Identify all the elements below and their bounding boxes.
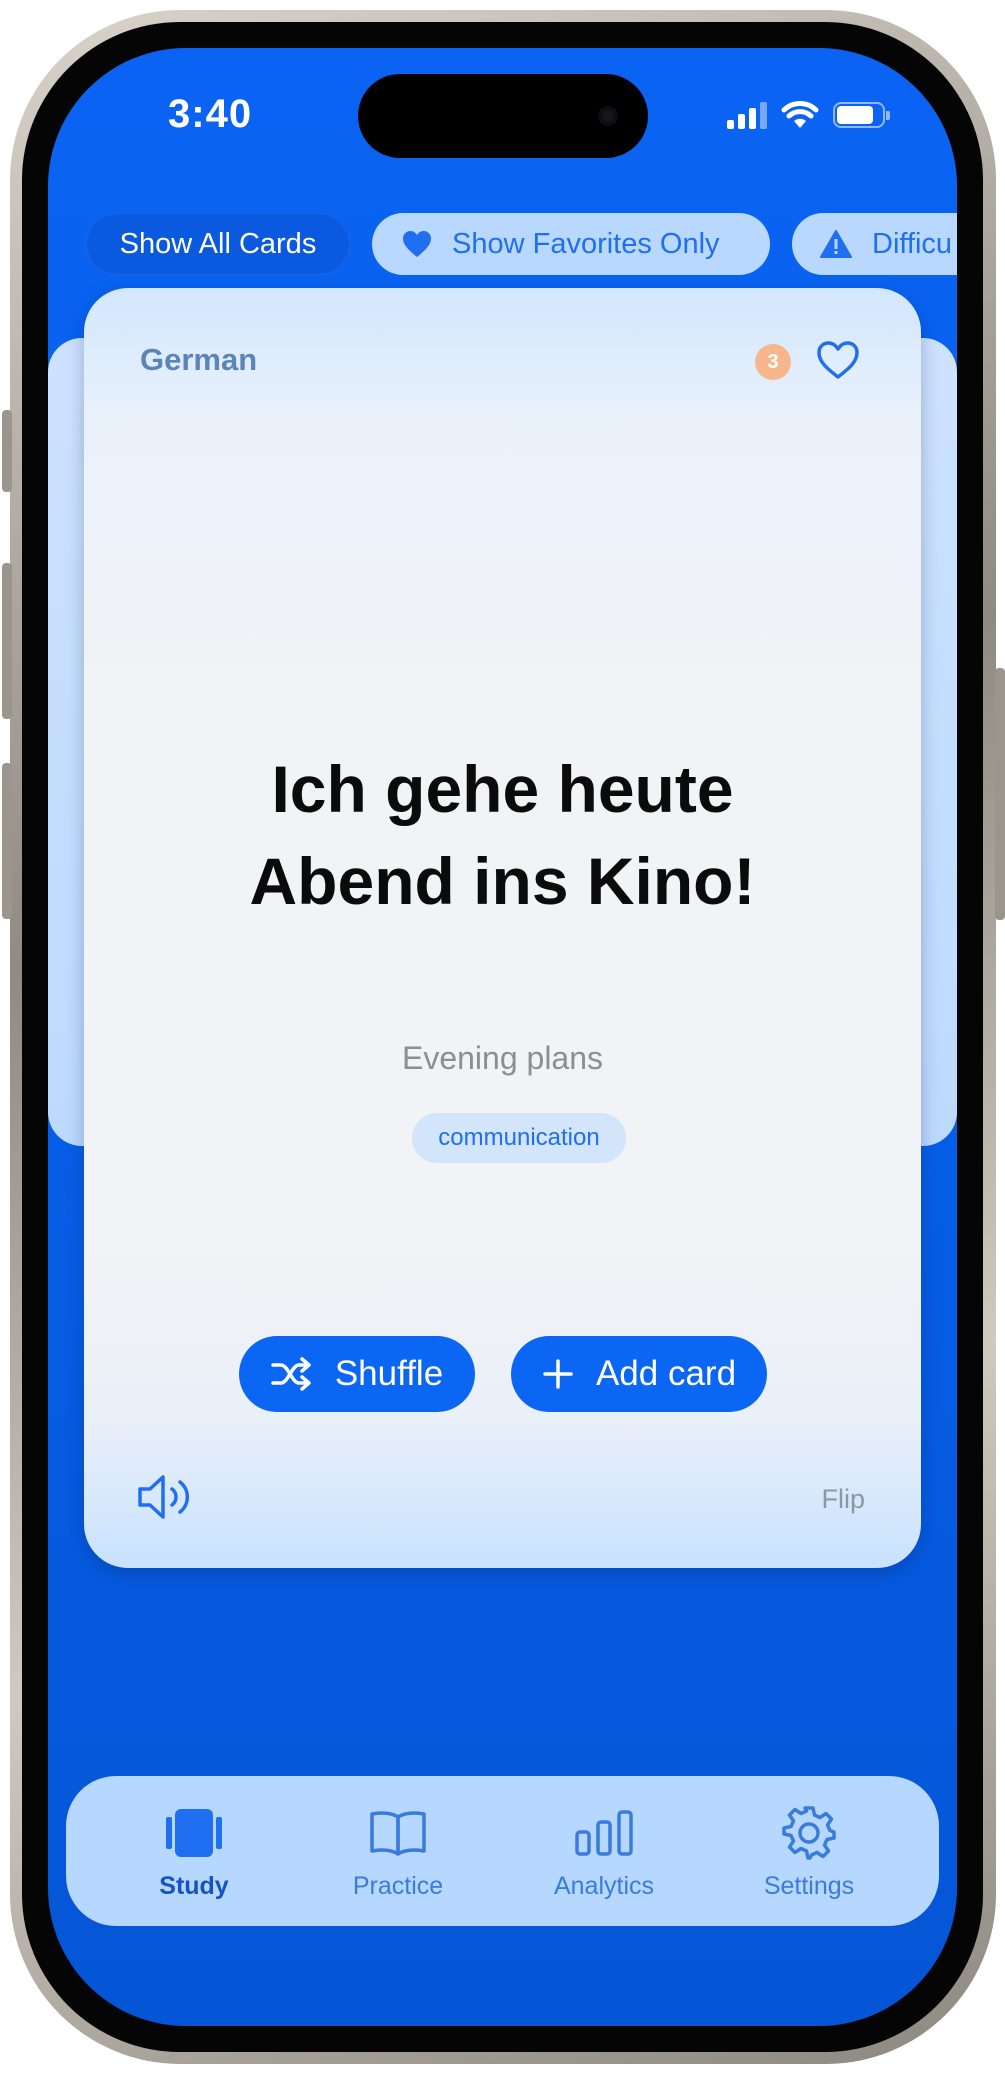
cellular-signal-icon: [727, 101, 767, 129]
shuffle-label: Shuffle: [334, 1354, 444, 1393]
filter-show-all-chip[interactable]: Show All Cards: [86, 213, 350, 275]
card-phrase-line-2: Abend ins Kino!: [249, 844, 756, 918]
filter-favorites-label: Show Favorites Only: [452, 227, 720, 260]
category-tag: communication: [412, 1113, 626, 1163]
bar-chart-icon: [574, 1806, 634, 1860]
battery-icon: [833, 102, 890, 128]
heart-filled-icon: [402, 230, 432, 258]
card-language: German: [140, 342, 258, 377]
wifi-icon: [781, 101, 819, 128]
filter-favorites-chip[interactable]: Show Favorites Only: [372, 213, 770, 275]
shuffle-icon: [271, 1357, 313, 1391]
filter-show-all-label: Show All Cards: [119, 227, 317, 260]
favorite-heart-icon[interactable]: [816, 340, 860, 385]
gear-icon: [781, 1806, 837, 1860]
status-time: 3:40: [168, 92, 253, 136]
tab-settings[interactable]: Settings: [709, 1776, 909, 1926]
study-cards-icon: [164, 1806, 224, 1860]
front-camera: [598, 106, 618, 126]
flip-button[interactable]: Flip: [821, 1484, 865, 1515]
dynamic-island: [358, 74, 648, 158]
tab-analytics[interactable]: Analytics: [504, 1776, 704, 1926]
status-icons: [727, 100, 890, 130]
filter-chip-row: Show All Cards Show Favorites Only Diffi…: [48, 213, 957, 277]
flashcard[interactable]: German 3 Ich gehe heute Abend ins Kino! …: [84, 288, 921, 1568]
filter-difficult-label: Difficu: [872, 227, 953, 260]
plus-icon: [542, 1358, 574, 1390]
add-card-label: Add card: [595, 1354, 737, 1393]
card-phrase-line-1: Ich gehe heute: [271, 752, 734, 826]
add-card-button[interactable]: Add card: [511, 1336, 767, 1412]
power-button: [995, 668, 1005, 920]
tab-analytics-label: Analytics: [553, 1872, 655, 1900]
card-phrase: Ich gehe heute Abend ins Kino!: [84, 743, 921, 927]
tab-practice[interactable]: Practice: [298, 1776, 498, 1926]
tab-study-label: Study: [159, 1872, 229, 1900]
tab-bar: Study Practice Analytics Settings: [66, 1776, 939, 1926]
volume-down-button: [2, 763, 12, 919]
card-subtitle: Evening plans: [401, 1040, 604, 1076]
tab-settings-label: Settings: [763, 1872, 855, 1900]
filter-difficult-chip[interactable]: Difficu: [792, 213, 957, 275]
tab-practice-label: Practice: [352, 1872, 444, 1900]
review-count-badge: 3: [755, 344, 791, 380]
action-button: [2, 410, 12, 492]
book-icon: [368, 1806, 428, 1860]
tab-study[interactable]: Study: [94, 1776, 294, 1926]
app-screen: 3:40 Show All Cards Show Favorites Only: [48, 48, 957, 2026]
speaker-icon[interactable]: [136, 1473, 196, 1526]
shuffle-button[interactable]: Shuffle: [239, 1336, 475, 1412]
volume-up-button: [2, 563, 12, 719]
warning-triangle-icon: [820, 230, 852, 258]
